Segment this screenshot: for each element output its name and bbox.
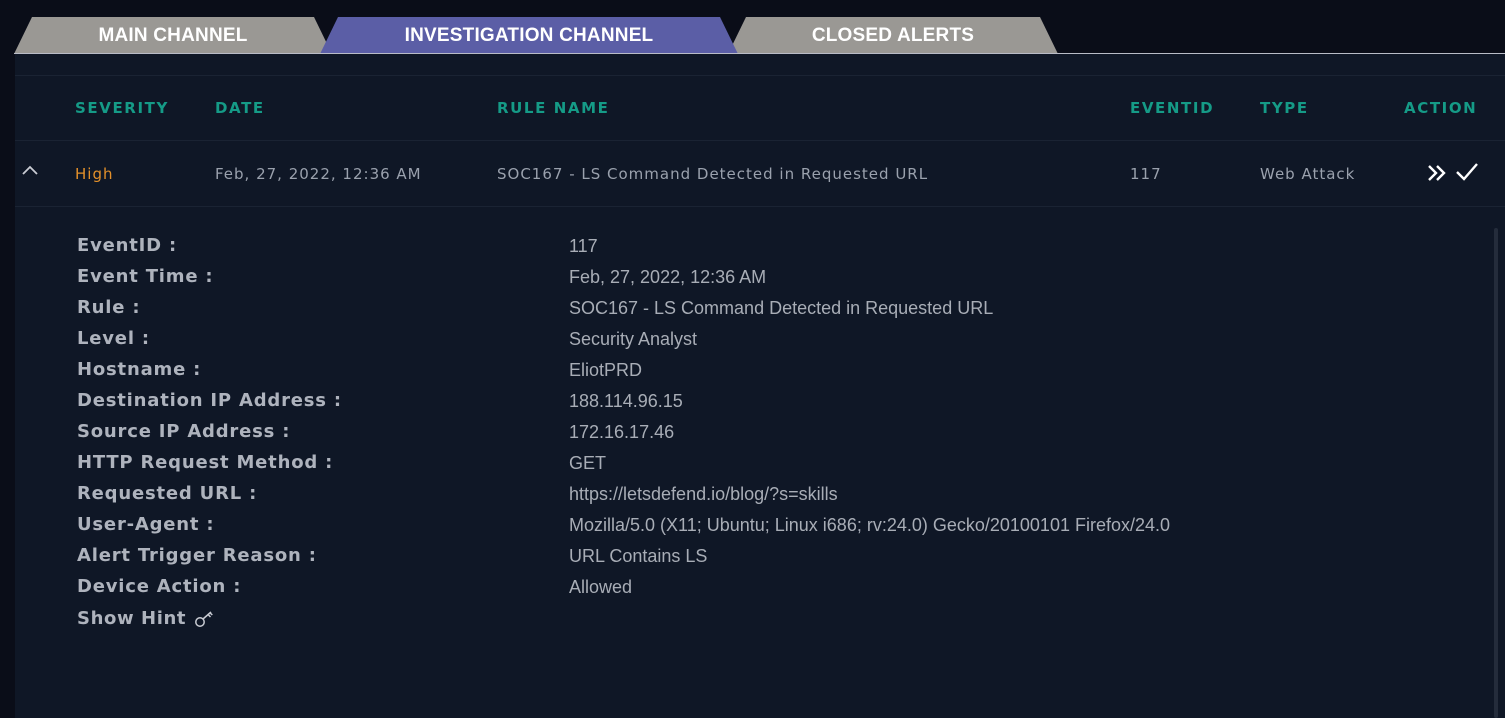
rule-name-value: SOC167 - LS Command Detected in Requeste…: [497, 165, 929, 183]
tab-investigation-channel[interactable]: INVESTIGATION CHANNEL: [320, 17, 738, 54]
detail-label-destination-ip: Destination IP Address :: [77, 390, 342, 411]
alerts-panel: [15, 54, 1505, 718]
detail-label-rule: Rule :: [77, 297, 141, 318]
divider: [15, 75, 1505, 76]
detail-label-source-ip: Source IP Address :: [77, 421, 291, 442]
detail-value-event-time: Feb, 27, 2022, 12:36 AM: [569, 267, 767, 287]
show-hint-button[interactable]: Show Hint: [77, 608, 216, 629]
column-header-eventid[interactable]: EVENTID: [1130, 99, 1214, 117]
detail-value-hostname: EliotPRD: [569, 360, 643, 380]
detail-value-device-action: Allowed: [569, 577, 633, 597]
detail-label-http-method: HTTP Request Method :: [77, 452, 334, 473]
column-header-action: ACTION: [1404, 99, 1478, 117]
key-icon: [195, 610, 213, 627]
detail-label-user-agent: User-Agent :: [77, 514, 215, 535]
detail-value-destination-ip: 188.114.96.15: [569, 391, 683, 411]
detail-label-requested-url: Requested URL :: [77, 483, 258, 504]
detail-value-requested-url: https://letsdefend.io/blog/?s=skills: [569, 484, 838, 504]
column-header-rule-name[interactable]: RULE NAME: [497, 99, 610, 117]
detail-value-http-method: GET: [569, 453, 607, 473]
detail-value-user-agent: Mozilla/5.0 (X11; Ubuntu; Linux i686; rv…: [569, 515, 1171, 535]
detail-label-event-time: Event Time :: [77, 266, 214, 287]
severity-value: High: [75, 165, 114, 183]
detail-label-device-action: Device Action :: [77, 576, 242, 597]
tab-underline: [14, 53, 1505, 54]
column-header-severity[interactable]: SEVERITY: [75, 99, 169, 117]
eventid-value: 117: [1130, 165, 1162, 183]
detail-value-level: Security Analyst: [569, 329, 698, 349]
divider: [15, 206, 1505, 207]
double-chevron-right-icon[interactable]: [1426, 163, 1448, 183]
tab-main-channel[interactable]: MAIN CHANNEL: [14, 17, 332, 54]
scrollbar[interactable]: [1494, 228, 1498, 718]
detail-label-level: Level :: [77, 328, 150, 349]
detail-label-eventid: EventID :: [77, 235, 177, 256]
column-header-type[interactable]: TYPE: [1260, 99, 1309, 117]
detail-value-source-ip: 172.16.17.46: [569, 422, 675, 442]
tab-bar: MAIN CHANNEL INVESTIGATION CHANNEL CLOSE…: [0, 0, 1505, 54]
detail-label-hostname: Hostname :: [77, 359, 202, 380]
checkmark-icon[interactable]: [1455, 161, 1479, 183]
detail-label-trigger-reason: Alert Trigger Reason :: [77, 545, 317, 566]
column-header-date[interactable]: DATE: [215, 99, 265, 117]
detail-value-eventid: 117: [569, 236, 598, 256]
tab-closed-alerts[interactable]: CLOSED ALERTS: [728, 17, 1058, 54]
type-value: Web Attack: [1260, 165, 1356, 183]
detail-value-rule: SOC167 - LS Command Detected in Requeste…: [569, 298, 994, 318]
show-hint-label: Show Hint: [77, 608, 187, 629]
date-value: Feb, 27, 2022, 12:36 AM: [215, 165, 422, 183]
divider: [15, 140, 1505, 141]
detail-value-trigger-reason: URL Contains LS: [569, 546, 708, 566]
chevron-up-icon[interactable]: [21, 162, 39, 180]
